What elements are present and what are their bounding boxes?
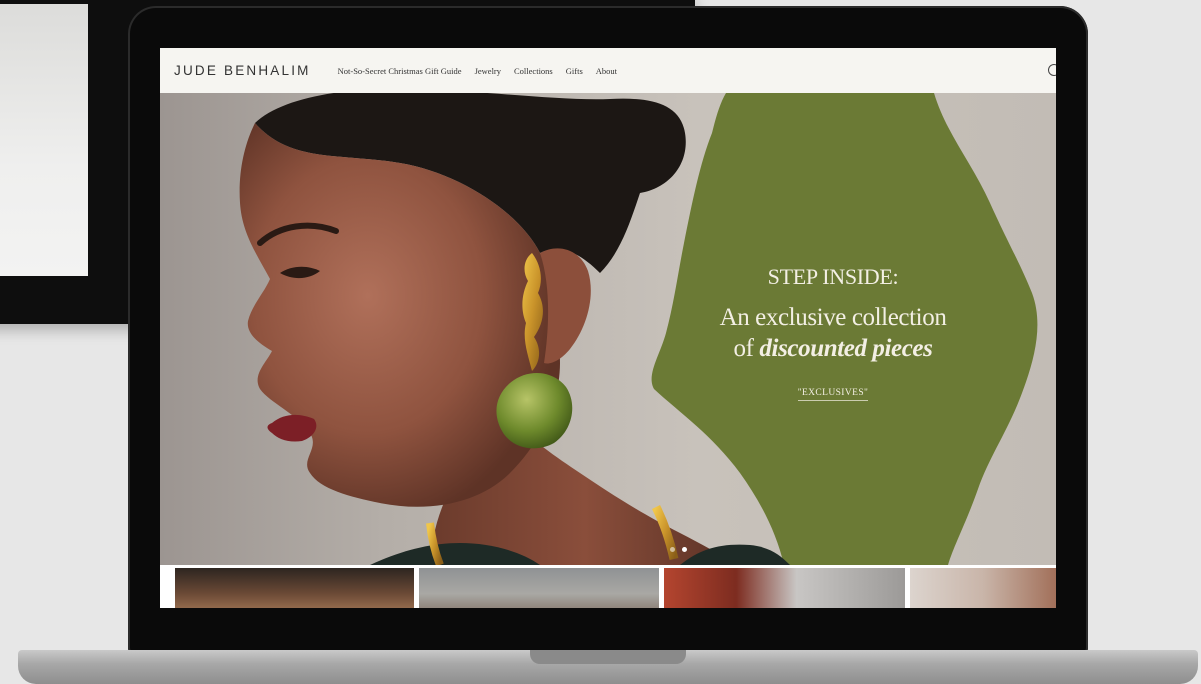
hero-headline-emphasis: discounted pieces xyxy=(759,335,933,362)
hero-lips xyxy=(267,414,317,442)
laptop-notch xyxy=(530,650,686,664)
hero-banner[interactable]: STEP INSIDE: An exclusive collection of … xyxy=(160,93,1056,565)
hero-eyebrow: STEP INSIDE: xyxy=(767,264,899,289)
background-device-screen xyxy=(0,4,88,276)
nav-item-gifts[interactable]: Gifts xyxy=(566,66,583,76)
nav-item-about[interactable]: About xyxy=(596,66,617,76)
thumbnail-card[interactable] xyxy=(419,568,660,608)
hero-headline-line1: An exclusive collection xyxy=(719,304,947,331)
carousel-dot-1[interactable] xyxy=(670,547,675,552)
hero-copy: STEP INSIDE: An exclusive collection of … xyxy=(658,264,1008,401)
carousel-dot-2[interactable] xyxy=(682,547,687,552)
nav-item-gift-guide[interactable]: Not-So-Secret Christmas Gift Guide xyxy=(338,66,462,76)
carousel-dots xyxy=(670,547,687,552)
nav-item-collections[interactable]: Collections xyxy=(514,66,553,76)
hero-headline: An exclusive collection of discounted pi… xyxy=(658,302,1008,364)
collection-thumbnails xyxy=(160,565,1056,608)
hero-headline-line2-prefix: of xyxy=(733,335,760,362)
site-header: JUDE BENHALIM Not-So-Secret Christmas Gi… xyxy=(160,48,1056,93)
search-icon[interactable] xyxy=(1048,64,1056,76)
nav-item-jewelry[interactable]: Jewelry xyxy=(475,66,501,76)
exclusives-link[interactable]: "EXCLUSIVES" xyxy=(797,388,869,401)
laptop-screen: JUDE BENHALIM Not-So-Secret Christmas Gi… xyxy=(160,48,1056,608)
main-navigation: Not-So-Secret Christmas Gift Guide Jewel… xyxy=(338,66,630,76)
thumbnail-card[interactable] xyxy=(909,568,1056,608)
thumbnail-card[interactable] xyxy=(175,568,415,608)
brand-logo[interactable]: JUDE BENHALIM xyxy=(174,63,311,78)
thumbnail-card[interactable] xyxy=(664,568,905,608)
